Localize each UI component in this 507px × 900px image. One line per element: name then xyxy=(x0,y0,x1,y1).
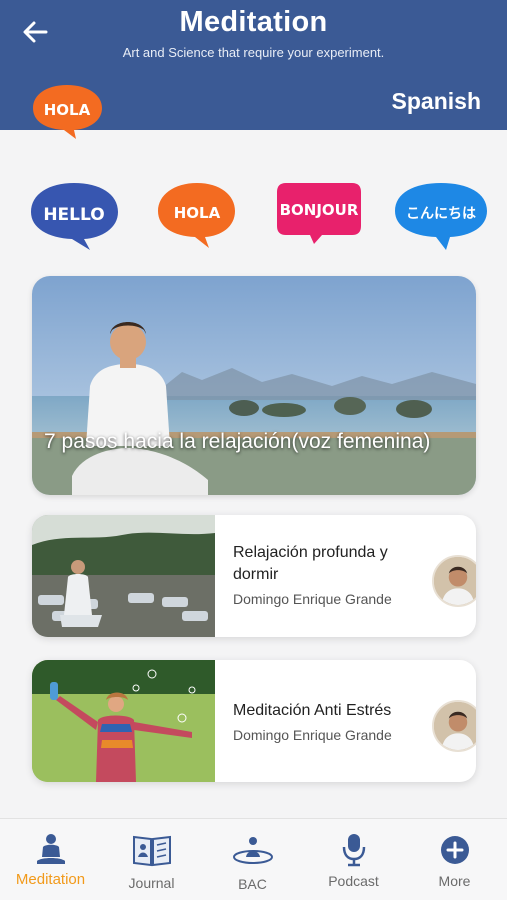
featured-meditation-image xyxy=(32,276,476,495)
meditation-card-title: Relajación profunda y dormir xyxy=(233,544,388,583)
meditation-card[interactable]: Meditación Anti Estrés Domingo Enrique G… xyxy=(32,660,476,782)
nav-label: More xyxy=(438,873,471,889)
language-option-text: こんにちは xyxy=(406,206,476,222)
nav-label: BAC xyxy=(238,876,267,892)
meditation-icon xyxy=(36,834,65,864)
meditation-thumbnail xyxy=(32,660,215,782)
journal-icon xyxy=(132,835,171,867)
selected-language-bubble: HOLA xyxy=(33,85,102,139)
plus-circle-icon xyxy=(440,836,469,864)
bac-icon xyxy=(232,837,273,864)
author-avatar xyxy=(432,555,476,607)
language-option-text: HELLO xyxy=(43,205,104,225)
meditation-card-author: Domingo Enrique Grande xyxy=(233,727,392,743)
featured-meditation-card[interactable]: 7 pasos hacia la relajación(voz femenina… xyxy=(32,276,476,495)
nav-label: Podcast xyxy=(328,873,379,889)
language-option-french[interactable]: BONJOUR xyxy=(274,180,364,246)
language-selector: HELLO HOLA BONJOUR こんにちは xyxy=(0,180,507,255)
meditation-thumbnail xyxy=(32,515,215,637)
podcast-icon xyxy=(342,834,365,867)
meditation-card-title: Meditación Anti Estrés xyxy=(233,702,392,719)
nav-item-podcast[interactable]: Podcast xyxy=(303,819,404,900)
language-option-text: HOLA xyxy=(174,204,221,222)
language-option-spanish[interactable]: HOLA xyxy=(155,180,239,250)
page-subtitle: Art and Science that require your experi… xyxy=(122,45,385,60)
selected-bubble-text: HOLA xyxy=(44,101,91,119)
featured-meditation-title: 7 pasos hacia la relajación(voz femenina… xyxy=(44,430,431,453)
nav-label: Meditation xyxy=(15,871,86,888)
language-option-text: BONJOUR xyxy=(280,201,359,219)
nav-item-meditation[interactable]: Meditation xyxy=(0,819,101,900)
bottom-navigation: Meditation Journal BAC Podcast More xyxy=(0,818,507,900)
author-avatar xyxy=(432,700,476,752)
header: Meditation Art and Science that require … xyxy=(0,0,507,139)
language-option-japanese[interactable]: こんにちは xyxy=(392,180,490,252)
selected-language-label: Spanish xyxy=(391,88,481,114)
meditation-card[interactable]: Relajación profunda y dormir Domingo Enr… xyxy=(32,515,476,637)
language-option-english[interactable]: HELLO xyxy=(28,180,122,252)
nav-item-more[interactable]: More xyxy=(404,819,505,900)
meditation-card-author: Domingo Enrique Grande xyxy=(233,591,392,607)
nav-item-journal[interactable]: Journal xyxy=(101,819,202,900)
nav-item-bac[interactable]: BAC xyxy=(202,819,303,900)
page-title: Meditation xyxy=(179,6,328,38)
nav-label: Journal xyxy=(128,875,175,891)
